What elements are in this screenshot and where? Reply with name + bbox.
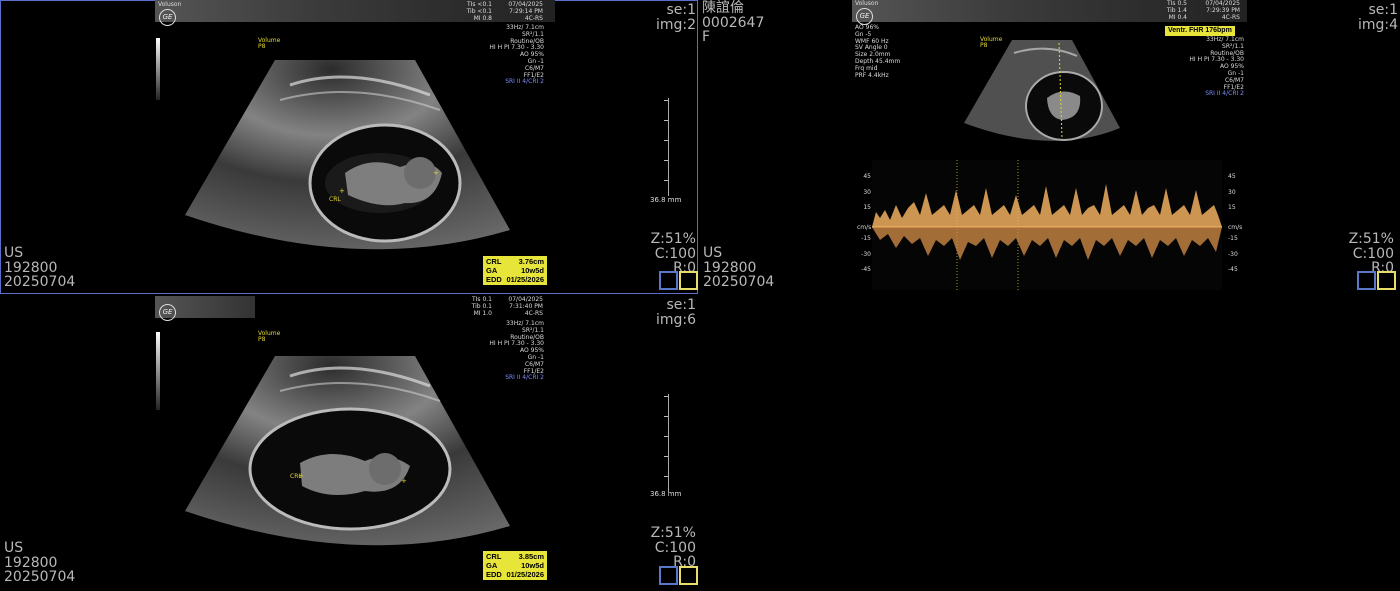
measurement-box: CRL 3.85cm GA 10w5d EDD 01/25/2026 xyxy=(483,551,547,580)
ultrasound-image[interactable] xyxy=(180,55,520,265)
caliper-end-icon[interactable]: + xyxy=(433,169,439,177)
measurement-box: CRL 3.76cm GA 10w5d EDD 01/25/2026 xyxy=(483,256,547,285)
caliper-end-icon[interactable]: + xyxy=(401,477,407,485)
viewport-3[interactable]: GE Voluson AO 96% Gn -5 WMF 60 Hz SV Angle… xyxy=(700,0,1400,294)
study-date-label: 20250704 xyxy=(4,569,76,585)
ge-logo-icon: GE xyxy=(856,8,873,25)
probe-readout: 4C-RS xyxy=(524,14,543,22)
image-label: img:4 xyxy=(1357,16,1398,33)
ultrasound-image[interactable] xyxy=(180,351,520,561)
series-label: se:1 xyxy=(666,2,696,18)
mi-readout: MI 0.8 xyxy=(473,14,492,22)
probe-readout: 4C-RS xyxy=(524,309,543,317)
patient-id: 0002647 xyxy=(702,14,765,31)
doppler-params: AO 96% Gn -5 WMF 60 Hz SV Angle 0 Size 2.0… xyxy=(855,24,901,79)
doppler-spectrum[interactable] xyxy=(850,160,1245,294)
accession-label: 192800 xyxy=(4,259,58,276)
image-label: img:2 xyxy=(655,16,696,33)
contrast-label: C:100 xyxy=(654,539,696,556)
accession-label: 192800 xyxy=(703,259,757,276)
image-label: img:6 xyxy=(655,311,696,328)
depth-label: 36.8 mm xyxy=(650,490,682,498)
logo-caption: Voluson xyxy=(855,0,879,7)
gray-scale-bar xyxy=(156,38,160,100)
zoom-label: Z:51% xyxy=(650,525,696,541)
viewport-1[interactable]: GE Voluson TIs <0.1 Tib <0.1 MI 0.8 07/0… xyxy=(0,0,698,294)
patient-sex: F xyxy=(702,29,711,45)
doppler-scale-right: 45 30 15 -15 -30 -45 xyxy=(1228,173,1238,273)
mi-readout: MI 1.0 xyxy=(473,309,492,317)
volume-label: Volume P8 xyxy=(258,37,281,50)
viewport-4-empty[interactable] xyxy=(700,296,1400,591)
caliper-start-icon[interactable]: + xyxy=(339,187,345,195)
ge-logo-icon: GE xyxy=(159,9,176,26)
viewport-2[interactable]: GE TIs 0.1 Tib 0.1 MI 1.0 07/04/2025 7:3… xyxy=(0,296,698,591)
fhr-readout: Ventr. FHR 176bpm xyxy=(1165,26,1235,36)
series-label: se:1 xyxy=(666,297,696,313)
header-bar xyxy=(852,0,1247,22)
layout-toggle-yellow[interactable] xyxy=(679,271,698,290)
acq-params: 33Hz/ 7.1cm SR²/1.1 Routine/OB HI H PI 7.3… xyxy=(1189,36,1244,98)
layout-toggle-blue[interactable] xyxy=(659,566,678,585)
modality-label: US xyxy=(4,245,24,261)
study-date-label: 20250704 xyxy=(4,274,76,290)
contrast-label: C:100 xyxy=(1352,245,1394,262)
doppler-scale-left: 45 30 15 -15 -30 -45 xyxy=(861,173,871,273)
zoom-label: Z:51% xyxy=(1348,231,1394,247)
ge-logo-icon: GE xyxy=(159,304,176,321)
layout-toggle-blue[interactable] xyxy=(1357,271,1376,290)
modality-label: US xyxy=(4,540,24,556)
zoom-label: Z:51% xyxy=(650,231,696,247)
layout-toggle-yellow[interactable] xyxy=(1377,271,1396,290)
accession-label: 192800 xyxy=(4,554,58,571)
gray-scale-bar xyxy=(156,332,160,410)
crl-caliper-label: CRL xyxy=(329,196,341,203)
layout-toggle-yellow[interactable] xyxy=(679,566,698,585)
contrast-label: C:100 xyxy=(654,245,696,262)
patient-name: 陳誼倫 xyxy=(702,0,744,16)
mi-readout: MI 0.4 xyxy=(1168,13,1187,21)
depth-label: 36.8 mm xyxy=(650,196,682,204)
logo-caption: Voluson xyxy=(158,1,182,8)
study-date-label: 20250704 xyxy=(703,274,775,290)
ultrasound-image[interactable] xyxy=(962,38,1122,148)
layout-toggle-blue[interactable] xyxy=(659,271,678,290)
volume-label: Volume P8 xyxy=(258,330,281,343)
caliper-start-icon[interactable]: + xyxy=(298,472,304,480)
modality-label: US xyxy=(703,245,723,261)
patient-info: 陳誼倫 0002647 F xyxy=(702,1,764,45)
probe-readout: 4C-RS xyxy=(1221,13,1240,21)
series-label: se:1 xyxy=(1368,2,1398,18)
